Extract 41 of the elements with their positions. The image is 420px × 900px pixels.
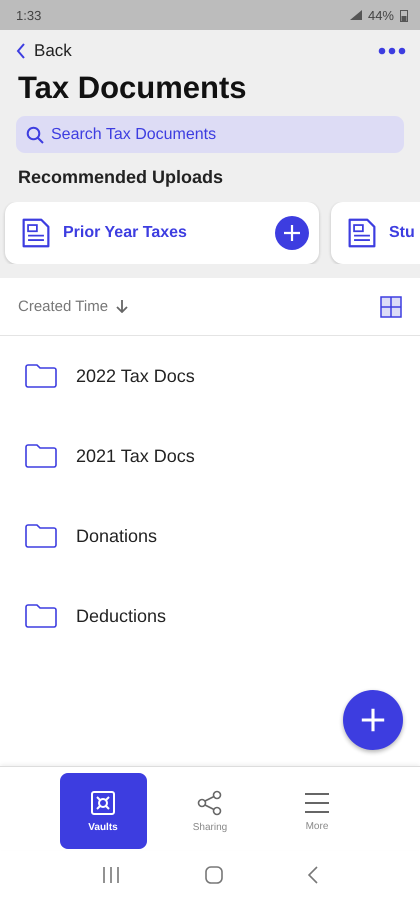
page-title: Tax Documents (18, 70, 248, 106)
battery-icon (400, 8, 408, 22)
status-time: 1:33 (16, 8, 42, 22)
folder-icon (24, 363, 58, 389)
add-button[interactable] (275, 216, 309, 250)
upload-card[interactable]: Stu (331, 202, 420, 264)
section-heading: Recommended Uploads (18, 167, 224, 188)
card-label: Prior Year Taxes (63, 224, 188, 242)
arrow-down-icon (116, 300, 128, 313)
menu-icon (303, 790, 331, 814)
folder-icon (24, 603, 58, 629)
folder-name[interactable]: Donations (76, 526, 158, 546)
chevron-left-icon (16, 43, 26, 59)
battery-level: 44% (368, 8, 394, 22)
nav-tab[interactable]: Sharing (166, 773, 254, 849)
add-button[interactable] (343, 690, 403, 750)
plus-icon (359, 706, 387, 734)
recent-apps-icon[interactable] (102, 867, 120, 883)
signal-icon (350, 10, 362, 20)
sort-button[interactable]: Created Time (18, 298, 128, 315)
folder-name[interactable]: 2022 Tax Docs (76, 366, 195, 386)
share-icon (197, 790, 223, 816)
document-icon (347, 217, 377, 249)
document-icon (21, 217, 51, 249)
vault-icon (90, 790, 116, 816)
nav-tab[interactable]: More (274, 773, 360, 849)
search-icon (26, 126, 44, 144)
card-label: Stu (389, 224, 416, 242)
search-field[interactable]: Search Tax Documents (16, 116, 404, 153)
nav-tab[interactable]: Vaults (60, 773, 146, 849)
back-link[interactable]: Back (16, 41, 72, 61)
grid-icon[interactable] (380, 296, 402, 318)
home-icon[interactable] (204, 866, 223, 884)
more-icon[interactable] (378, 47, 406, 55)
folder-icon (24, 443, 58, 469)
folder-name[interactable]: Deductions (76, 606, 166, 626)
folder-icon (24, 523, 58, 549)
back-icon[interactable] (308, 866, 318, 884)
folder-name[interactable]: 2021 Tax Docs (76, 446, 195, 466)
upload-card[interactable]: Prior Year Taxes (5, 202, 319, 264)
plus-icon (282, 223, 302, 243)
